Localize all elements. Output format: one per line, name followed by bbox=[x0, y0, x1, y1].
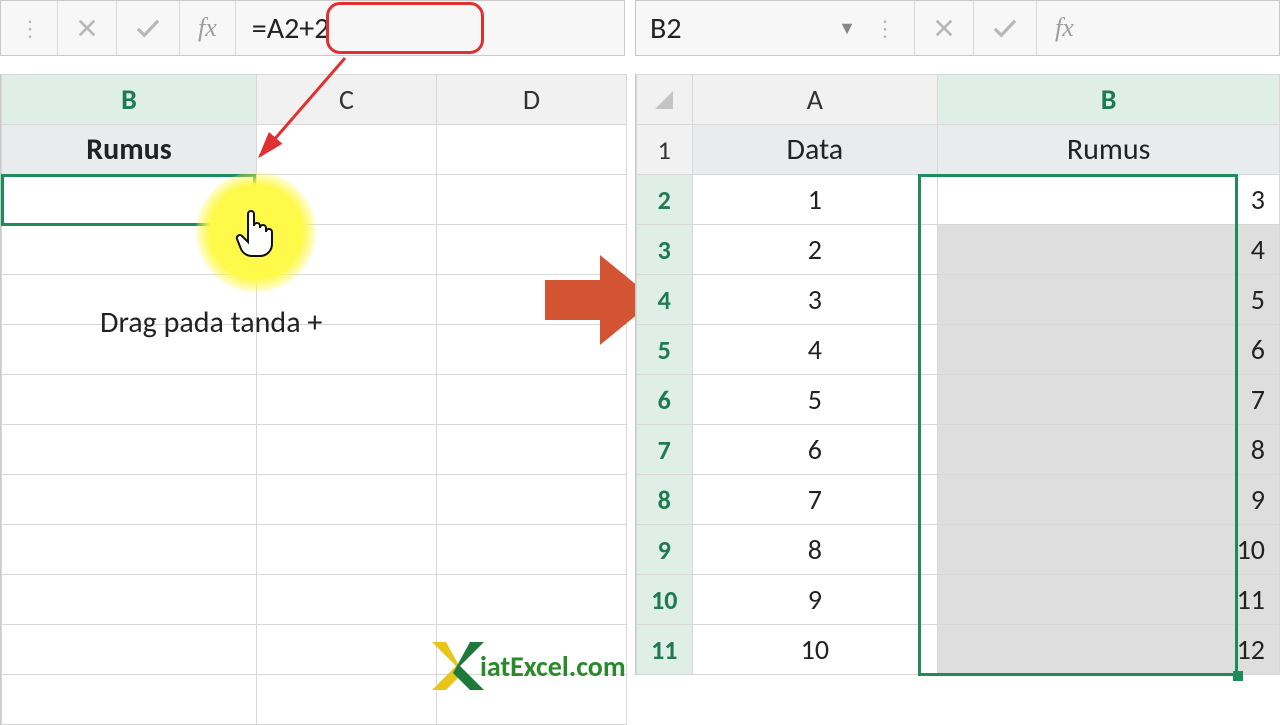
col-header-d[interactable]: D bbox=[437, 75, 627, 125]
cell-b4[interactable]: 5 bbox=[938, 275, 1280, 325]
row-header[interactable]: 8 bbox=[637, 475, 693, 525]
row-header[interactable]: 11 bbox=[637, 625, 693, 675]
cell-a6[interactable]: 5 bbox=[692, 375, 938, 425]
col-header-b[interactable]: B bbox=[2, 75, 257, 125]
cell-a4[interactable]: 3 bbox=[692, 275, 938, 325]
cell-a5[interactable]: 4 bbox=[692, 325, 938, 375]
fx-icon[interactable]: fx bbox=[1037, 1, 1092, 55]
cell-b3[interactable]: 4 bbox=[938, 225, 1280, 275]
confirm-icon[interactable] bbox=[974, 1, 1037, 55]
cell-b8[interactable]: 9 bbox=[938, 475, 1280, 525]
cell-b11[interactable]: 12 bbox=[938, 625, 1280, 675]
row-header[interactable]: 6 bbox=[637, 375, 693, 425]
cell-d1[interactable] bbox=[437, 125, 627, 175]
formula-bar-left: ⋮ fx =A2+2 bbox=[0, 0, 625, 56]
vdots-icon: ⋮ bbox=[856, 1, 915, 55]
cell-b5[interactable]: 6 bbox=[938, 325, 1280, 375]
cell-a1[interactable]: Data bbox=[692, 125, 938, 175]
cell-b10[interactable]: 11 bbox=[938, 575, 1280, 625]
cell-b7[interactable]: 8 bbox=[938, 425, 1280, 475]
cell-c2[interactable] bbox=[257, 175, 437, 225]
row-header[interactable]: 9 bbox=[637, 525, 693, 575]
row-header[interactable]: 10 bbox=[637, 575, 693, 625]
formula-bar-right: B2 ▼ ⋮ fx bbox=[635, 0, 1280, 56]
row-header[interactable]: 2 bbox=[637, 175, 693, 225]
row-header[interactable]: 4 bbox=[637, 275, 693, 325]
left-grid[interactable]: B C D Rumus 3 bbox=[1, 74, 627, 725]
row-header[interactable]: 7 bbox=[637, 425, 693, 475]
formula-input[interactable]: =A2+2 bbox=[236, 10, 624, 47]
cell-b6[interactable]: 7 bbox=[938, 375, 1280, 425]
cell-a11[interactable]: 10 bbox=[692, 625, 938, 675]
cell-b2[interactable]: 3 bbox=[938, 175, 1280, 225]
cell-a3[interactable]: 2 bbox=[692, 225, 938, 275]
cancel-icon[interactable] bbox=[58, 1, 117, 55]
cell-b1[interactable]: Rumus bbox=[938, 125, 1280, 175]
col-header-b[interactable]: B bbox=[938, 75, 1280, 125]
cell-a8[interactable]: 7 bbox=[692, 475, 938, 525]
cell-c1[interactable] bbox=[257, 125, 437, 175]
row-header[interactable]: 1 bbox=[637, 125, 693, 175]
confirm-icon[interactable] bbox=[117, 1, 180, 55]
cell-b9[interactable]: 10 bbox=[938, 525, 1280, 575]
cell-a2[interactable]: 1 bbox=[692, 175, 938, 225]
fx-icon[interactable]: fx bbox=[180, 1, 236, 55]
watermark-text: iatExcel.com bbox=[480, 649, 626, 684]
row-header[interactable]: 5 bbox=[637, 325, 693, 375]
cell-b2[interactable]: 3 bbox=[2, 175, 257, 225]
col-header-a[interactable]: A bbox=[692, 75, 938, 125]
cell-a10[interactable]: 9 bbox=[692, 575, 938, 625]
drag-annotation: Drag pada tanda + bbox=[100, 304, 322, 341]
col-header-c[interactable]: C bbox=[257, 75, 437, 125]
vdots-icon: ⋮ bbox=[1, 1, 58, 55]
right-grid[interactable]: A B 1 Data Rumus 2 1 3 3 2 4 4 3 5 bbox=[636, 74, 1280, 675]
cell-d2[interactable] bbox=[437, 175, 627, 225]
name-box-value: B2 bbox=[650, 10, 682, 47]
cancel-icon[interactable] bbox=[915, 1, 974, 55]
row-header[interactable]: 3 bbox=[637, 225, 693, 275]
cell-a9[interactable]: 8 bbox=[692, 525, 938, 575]
name-box-dropdown-icon[interactable]: ▼ bbox=[838, 17, 856, 39]
name-box[interactable]: B2 ▼ bbox=[636, 10, 856, 47]
select-all-corner[interactable] bbox=[637, 75, 693, 125]
cell-a7[interactable]: 6 bbox=[692, 425, 938, 475]
watermark-logo: iatExcel.com bbox=[430, 640, 626, 692]
cell-b1[interactable]: Rumus bbox=[2, 125, 257, 175]
